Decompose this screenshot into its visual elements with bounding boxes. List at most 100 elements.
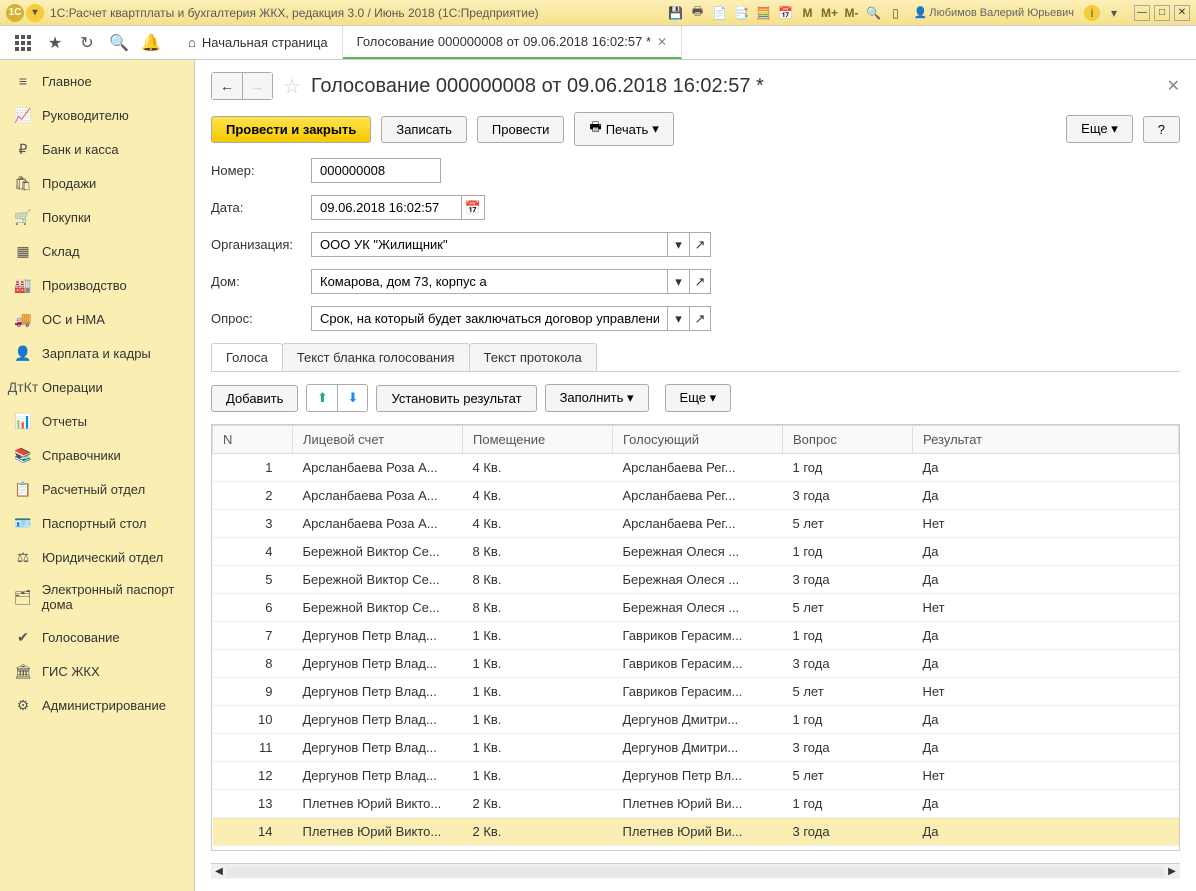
zoom-icon[interactable]: 🔍 bbox=[866, 5, 882, 21]
panel-icon[interactable]: ▯ bbox=[888, 5, 904, 21]
open-ref-icon[interactable]: ↗ bbox=[689, 306, 711, 331]
horizontal-scrollbar[interactable]: ◀ ▶ bbox=[211, 863, 1180, 879]
minimize-button[interactable]: — bbox=[1134, 5, 1150, 21]
info-icon[interactable]: i bbox=[1084, 5, 1100, 21]
apps-grid-icon[interactable] bbox=[12, 32, 34, 54]
m-plus-button[interactable]: M+ bbox=[822, 5, 838, 21]
sidebar-item-11[interactable]: 📚Справочники bbox=[0, 438, 194, 472]
table-row[interactable]: 14Плетнев Юрий Викто...2 Кв.Плетнев Юрий… bbox=[213, 818, 1179, 846]
table-row[interactable]: 7Дергунов Петр Влад...1 Кв.Гавриков Гера… bbox=[213, 622, 1179, 650]
subtab-2[interactable]: Текст протокола bbox=[469, 343, 597, 371]
column-header[interactable]: Вопрос bbox=[783, 426, 913, 454]
bell-icon[interactable]: 🔔 bbox=[140, 32, 162, 54]
calc-icon[interactable]: 🧮 bbox=[756, 5, 772, 21]
user-label[interactable]: 👤 Любимов Валерий Юрьевич bbox=[910, 6, 1078, 19]
app-icon-1c[interactable]: 1С bbox=[6, 4, 24, 22]
dropdown-icon[interactable]: ▾ bbox=[667, 269, 689, 294]
search-icon[interactable]: 🔍 bbox=[108, 32, 130, 54]
table-row[interactable]: 12Дергунов Петр Влад...1 Кв.Дергунов Пет… bbox=[213, 762, 1179, 790]
sidebar-item-2[interactable]: ₽Банк и касса bbox=[0, 132, 194, 166]
house-input[interactable] bbox=[311, 269, 667, 294]
print-icon[interactable]: 🖶 bbox=[690, 5, 706, 21]
calendar-icon[interactable]: 📅 bbox=[778, 5, 794, 21]
move-down-icon[interactable]: ⬇ bbox=[337, 385, 367, 411]
m-minus-button[interactable]: M- bbox=[844, 5, 860, 21]
save-button[interactable]: Записать bbox=[381, 116, 467, 143]
sidebar-item-18[interactable]: ⚙Администрирование bbox=[0, 688, 194, 722]
sidebar-item-7[interactable]: 🚚ОС и НМА bbox=[0, 302, 194, 336]
post-and-close-button[interactable]: Провести и закрыть bbox=[211, 116, 371, 143]
column-header[interactable]: Голосующий bbox=[613, 426, 783, 454]
save-icon[interactable]: 💾 bbox=[668, 5, 684, 21]
close-window-button[interactable]: ✕ bbox=[1174, 5, 1190, 21]
sidebar-item-3[interactable]: 🛍Продажи bbox=[0, 166, 194, 200]
poll-input[interactable] bbox=[311, 306, 667, 331]
print-button[interactable]: 🖶 Печать ▾ bbox=[574, 112, 673, 146]
maximize-button[interactable]: □ bbox=[1154, 5, 1170, 21]
subtab-1[interactable]: Текст бланка голосования bbox=[282, 343, 470, 371]
copy-icon[interactable]: 📑 bbox=[734, 5, 750, 21]
open-ref-icon[interactable]: ↗ bbox=[689, 232, 711, 257]
calendar-picker-icon[interactable]: 📅 bbox=[461, 195, 485, 220]
table-row[interactable]: 4Бережной Виктор Се...8 Кв.Бережная Олес… bbox=[213, 538, 1179, 566]
table-row[interactable]: 8Дергунов Петр Влад...1 Кв.Гавриков Гера… bbox=[213, 650, 1179, 678]
sidebar-item-17[interactable]: 🏛ГИС ЖКХ bbox=[0, 654, 194, 688]
table-row[interactable]: 1Арсланбаева Роза А...4 Кв.Арсланбаева Р… bbox=[213, 454, 1179, 482]
forward-button[interactable]: → bbox=[242, 73, 272, 99]
column-header[interactable]: Результат bbox=[913, 426, 1179, 454]
sidebar-item-1[interactable]: 📈Руководителю bbox=[0, 98, 194, 132]
add-row-button[interactable]: Добавить bbox=[211, 385, 298, 412]
sidebar-item-12[interactable]: 📋Расчетный отдел bbox=[0, 472, 194, 506]
table-row[interactable]: 6Бережной Виктор Се...8 Кв.Бережная Олес… bbox=[213, 594, 1179, 622]
dropdown-icon[interactable]: ▾ bbox=[667, 306, 689, 331]
table-more-button[interactable]: Еще ▾ bbox=[665, 384, 732, 412]
column-header[interactable]: Лицевой счет bbox=[293, 426, 463, 454]
sidebar-item-0[interactable]: ≡Главное bbox=[0, 64, 194, 98]
number-input[interactable] bbox=[311, 158, 441, 183]
table-row[interactable]: 2Арсланбаева Роза А...4 Кв.Арсланбаева Р… bbox=[213, 482, 1179, 510]
column-header[interactable]: N bbox=[213, 426, 293, 454]
app-menu-icon[interactable]: ▾ bbox=[26, 4, 44, 22]
favorite-icon[interactable]: ☆ bbox=[283, 74, 301, 99]
date-input[interactable] bbox=[311, 195, 461, 220]
dropdown-icon[interactable]: ▾ bbox=[667, 232, 689, 257]
move-up-icon[interactable]: ⬆ bbox=[307, 385, 337, 411]
fill-button[interactable]: Заполнить ▾ bbox=[545, 384, 649, 412]
m-button[interactable]: M bbox=[800, 5, 816, 21]
sidebar-item-6[interactable]: 🏭Производство bbox=[0, 268, 194, 302]
favorite-star-icon[interactable]: ★ bbox=[44, 32, 66, 54]
table-wrapper[interactable]: NЛицевой счетПомещениеГолосующийВопросРе… bbox=[211, 424, 1180, 851]
tab-home[interactable]: ⌂ Начальная страница bbox=[174, 26, 343, 59]
open-ref-icon[interactable]: ↗ bbox=[689, 269, 711, 294]
subtab-0[interactable]: Голоса bbox=[211, 343, 283, 371]
post-button[interactable]: Провести bbox=[477, 116, 565, 143]
table-row[interactable]: 10Дергунов Петр Влад...1 Кв.Дергунов Дми… bbox=[213, 706, 1179, 734]
back-button[interactable]: ← bbox=[212, 73, 242, 99]
sidebar-item-10[interactable]: 📊Отчеты bbox=[0, 404, 194, 438]
table-row[interactable]: 3Арсланбаева Роза А...4 Кв.Арсланбаева Р… bbox=[213, 510, 1179, 538]
sidebar-item-14[interactable]: ⚖Юридический отдел bbox=[0, 540, 194, 574]
history-icon[interactable]: ↻ bbox=[76, 32, 98, 54]
sidebar-item-9[interactable]: ДтКтОперации bbox=[0, 370, 194, 404]
tab-active[interactable]: Голосование 000000008 от 09.06.2018 16:0… bbox=[343, 26, 682, 59]
doc-icon[interactable]: 📄 bbox=[712, 5, 728, 21]
sidebar-item-5[interactable]: ▦Склад bbox=[0, 234, 194, 268]
sidebar-item-4[interactable]: 🛒Покупки bbox=[0, 200, 194, 234]
set-result-button[interactable]: Установить результат bbox=[376, 385, 536, 412]
help-button[interactable]: ? bbox=[1143, 116, 1180, 143]
column-header[interactable]: Помещение bbox=[463, 426, 613, 454]
org-input[interactable] bbox=[311, 232, 667, 257]
table-row[interactable]: 5Бережной Виктор Се...8 Кв.Бережная Олес… bbox=[213, 566, 1179, 594]
tab-close-icon[interactable]: ✕ bbox=[657, 35, 667, 49]
sidebar-item-15[interactable]: 🗂Электронный паспорт дома bbox=[0, 574, 194, 620]
scroll-left-icon[interactable]: ◀ bbox=[211, 866, 227, 877]
page-close-icon[interactable]: ✕ bbox=[1167, 76, 1180, 96]
sidebar-item-16[interactable]: ✔Голосование bbox=[0, 620, 194, 654]
sidebar-item-8[interactable]: 👤Зарплата и кадры bbox=[0, 336, 194, 370]
table-row[interactable]: 11Дергунов Петр Влад...1 Кв.Дергунов Дми… bbox=[213, 734, 1179, 762]
table-row[interactable]: 9Дергунов Петр Влад...1 Кв.Гавриков Гера… bbox=[213, 678, 1179, 706]
scroll-right-icon[interactable]: ▶ bbox=[1164, 866, 1180, 877]
table-row[interactable]: 13Плетнев Юрий Викто...2 Кв.Плетнев Юрий… bbox=[213, 790, 1179, 818]
sidebar-item-13[interactable]: 🪪Паспортный стол bbox=[0, 506, 194, 540]
dropdown-icon[interactable]: ▾ bbox=[1106, 5, 1122, 21]
